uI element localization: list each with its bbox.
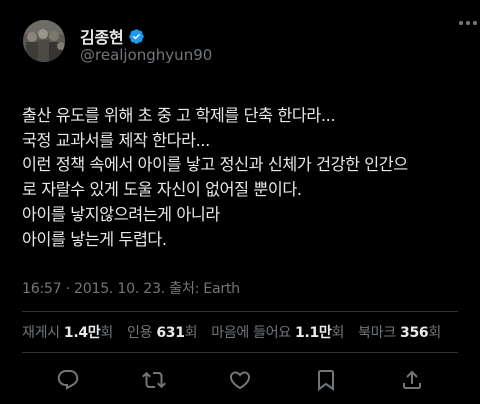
stat-count: 631	[156, 325, 185, 341]
stat-suffix: 회	[184, 325, 198, 341]
author-name-row[interactable]: 김종현	[80, 24, 145, 48]
stat-label: 마음에 들어요	[211, 325, 291, 341]
tweet-line: 이런 정책 속에서 아이를 낳고 정신과 신체가 건강한 인간으	[22, 155, 408, 175]
heart-icon[interactable]	[228, 368, 252, 392]
display-name[interactable]: 김종현	[80, 24, 124, 48]
engagement-stats: 재게시 1.4만회 인용 631회 마음에 들어요 1.1만회 북마크 356회	[22, 322, 441, 342]
stat-label: 재게시	[22, 325, 60, 341]
stat-likes[interactable]: 마음에 들어요 1.1만회	[211, 322, 344, 342]
stat-count: 1.1만	[295, 325, 332, 341]
tweet-line: 출산 유도를 위해 초 중 고 학제를 단축 한다라...	[22, 106, 336, 125]
stat-suffix: 회	[100, 325, 113, 341]
action-bar	[0, 368, 480, 394]
tweet-card: 김종현 @realjonghyun90 출산 유도를 위해 초 중 고 학제를 …	[0, 0, 480, 404]
stat-reposts[interactable]: 재게시 1.4만회	[22, 322, 113, 342]
stat-count: 1.4만	[63, 325, 101, 341]
stat-label: 인용	[126, 325, 153, 341]
tweet-line: 로 자랄수 있게 도울 자신이 없어질 뿐이다.	[22, 180, 302, 200]
retweet-icon[interactable]	[142, 368, 166, 392]
author-handle[interactable]: @realjonghyun90	[80, 46, 212, 64]
divider	[22, 352, 458, 353]
verified-badge-icon	[128, 28, 145, 45]
stat-bookmarks[interactable]: 북마크 356회	[358, 322, 441, 342]
stat-count: 356	[400, 325, 429, 341]
stat-quotes[interactable]: 인용 631회	[126, 322, 198, 342]
more-horizontal-icon[interactable]	[459, 20, 477, 26]
reply-icon[interactable]	[56, 368, 80, 392]
stat-suffix: 회	[428, 325, 441, 341]
tweet-timestamp[interactable]: 16:57 · 2015. 10. 23. 출처: Earth	[22, 278, 240, 298]
tweet-text: 출산 유도를 위해 초 중 고 학제를 단축 한다라... 국정 교과서를 제작…	[22, 104, 474, 252]
bookmark-icon[interactable]	[314, 368, 338, 392]
tweet-line: 아이를 낳는게 두렵다.	[22, 229, 167, 249]
stat-label: 북마크	[358, 325, 396, 341]
tweet-line: 아이를 낳지않으려는게 아니라	[22, 204, 220, 224]
avatar[interactable]	[23, 20, 65, 62]
tweet-line: 국정 교과서를 제작 한다라...	[22, 130, 210, 150]
divider	[22, 311, 458, 312]
share-icon[interactable]	[400, 368, 424, 392]
stat-suffix: 회	[331, 325, 345, 341]
